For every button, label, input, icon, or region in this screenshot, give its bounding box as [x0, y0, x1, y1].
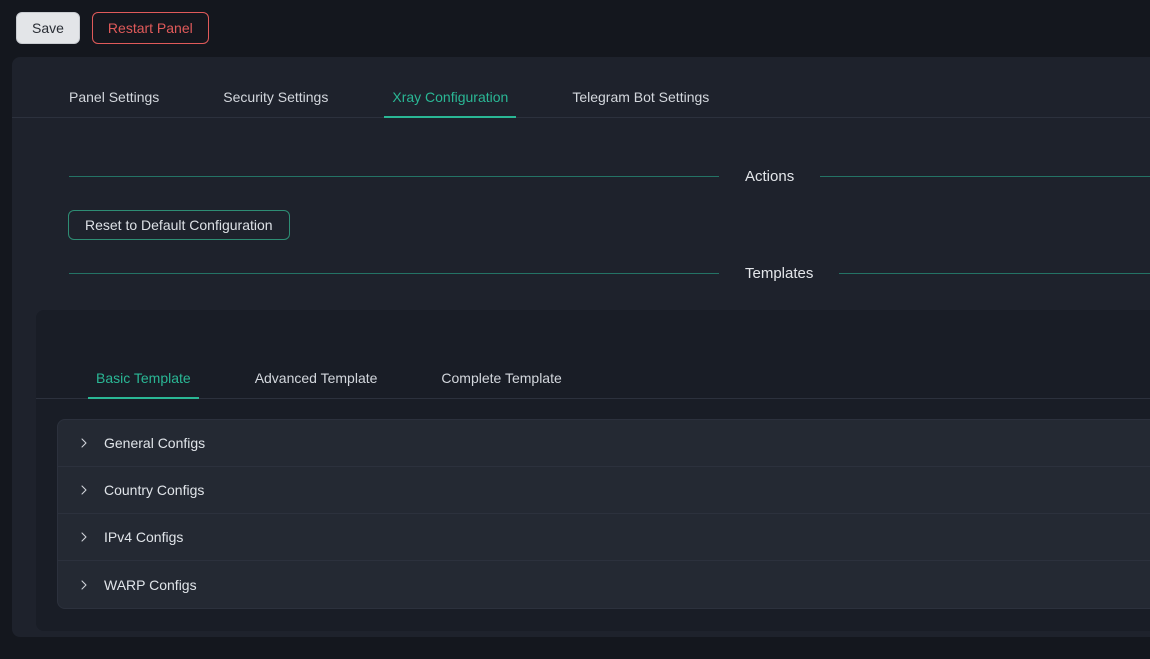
- collapse-item-warp-configs[interactable]: WARP Configs: [58, 561, 1150, 608]
- templates-card: Basic Template Advanced Template Complet…: [36, 310, 1150, 631]
- collapse-item-ipv4-configs[interactable]: IPv4 Configs: [58, 514, 1150, 561]
- tab-advanced-template[interactable]: Advanced Template: [253, 358, 380, 398]
- chevron-right-icon: [78, 579, 90, 591]
- templates-divider: Templates: [12, 265, 1150, 282]
- config-collapse-list: General Configs Country Configs IPv4 Con…: [57, 419, 1150, 609]
- divider-line: [69, 273, 719, 274]
- tab-security-settings[interactable]: Security Settings: [221, 77, 330, 117]
- actions-row: Reset to Default Configuration: [68, 210, 1150, 240]
- divider-line: [820, 176, 1150, 177]
- collapse-item-label: WARP Configs: [104, 577, 197, 593]
- chevron-right-icon: [78, 437, 90, 449]
- restart-panel-button[interactable]: Restart Panel: [92, 12, 209, 44]
- top-toolbar: Save Restart Panel: [0, 0, 1150, 57]
- tab-xray-configuration[interactable]: Xray Configuration: [390, 77, 510, 117]
- save-button[interactable]: Save: [16, 12, 80, 44]
- actions-divider: Actions: [12, 168, 1150, 185]
- chevron-right-icon: [78, 484, 90, 496]
- chevron-right-icon: [78, 531, 90, 543]
- divider-line: [839, 273, 1150, 274]
- divider-line: [69, 176, 719, 177]
- collapse-item-label: Country Configs: [104, 482, 204, 498]
- collapse-item-country-configs[interactable]: Country Configs: [58, 467, 1150, 514]
- reset-default-configuration-button[interactable]: Reset to Default Configuration: [68, 210, 290, 240]
- collapse-item-label: IPv4 Configs: [104, 529, 183, 545]
- actions-divider-label: Actions: [719, 168, 820, 185]
- collapse-item-label: General Configs: [104, 435, 205, 451]
- settings-tabs: Panel Settings Security Settings Xray Co…: [12, 77, 1150, 118]
- templates-divider-label: Templates: [719, 265, 839, 282]
- tab-telegram-bot-settings[interactable]: Telegram Bot Settings: [570, 77, 711, 117]
- tab-complete-template[interactable]: Complete Template: [439, 358, 563, 398]
- tab-basic-template[interactable]: Basic Template: [94, 358, 193, 398]
- settings-card: Panel Settings Security Settings Xray Co…: [12, 57, 1150, 637]
- collapse-item-general-configs[interactable]: General Configs: [58, 420, 1150, 467]
- template-tabs: Basic Template Advanced Template Complet…: [36, 358, 1150, 399]
- tab-panel-settings[interactable]: Panel Settings: [67, 77, 161, 117]
